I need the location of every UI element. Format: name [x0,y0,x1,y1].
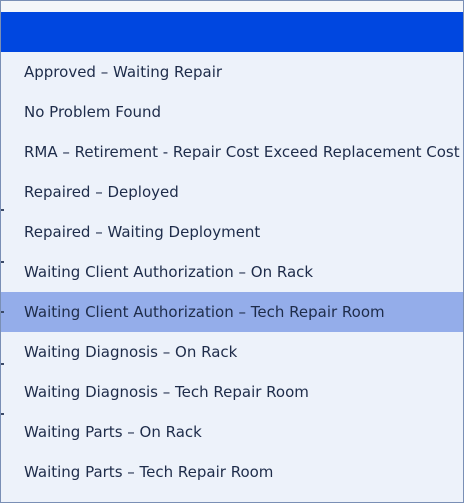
dropdown-selected-option[interactable] [1,12,463,52]
dropdown-option[interactable]: Approved – Waiting Repair [1,52,463,92]
dropdown-option[interactable]: Waiting Client Authorization – On Rack [1,252,463,292]
dropdown-option-highlighted[interactable]: Waiting Client Authorization – Tech Repa… [1,292,463,332]
dropdown-option[interactable]: Waiting Diagnosis – Tech Repair Room [1,372,463,412]
dropdown-option[interactable]: Waiting Diagnosis – On Rack [1,332,463,372]
dropdown-option[interactable]: Waiting Parts – Tech Repair Room [1,452,463,492]
dropdown-options-list: Approved – Waiting Repair No Problem Fou… [1,52,463,492]
status-dropdown-list: Approved – Waiting Repair No Problem Fou… [0,0,464,503]
dropdown-top-edge [1,1,463,12]
dropdown-option[interactable]: Repaired – Waiting Deployment [1,212,463,252]
dropdown-option[interactable]: No Problem Found [1,92,463,132]
dropdown-option[interactable]: Waiting Parts – On Rack [1,412,463,452]
dropdown-option[interactable]: Repaired – Deployed [1,172,463,212]
dropdown-option[interactable]: RMA – Retirement - Repair Cost Exceed Re… [1,132,463,172]
